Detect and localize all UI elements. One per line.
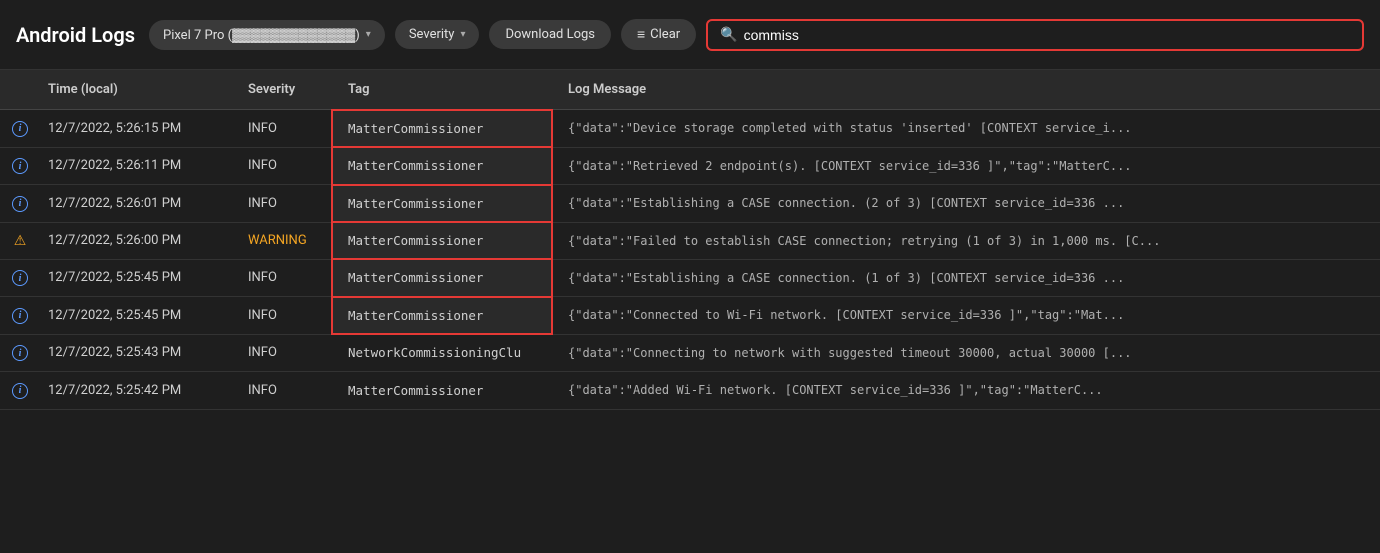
tag-cell: MatterCommissioner xyxy=(332,372,552,410)
clear-label: Clear xyxy=(650,27,680,42)
log-message-cell: {"data":"Retrieved 2 endpoint(s). [CONTE… xyxy=(552,147,1380,185)
col-header-severity: Severity xyxy=(232,70,332,110)
severity-cell: WARNING xyxy=(232,222,332,259)
severity-dropdown[interactable]: Severity ▾ xyxy=(395,20,480,49)
table-row: i12/7/2022, 5:25:45 PMINFOMatterCommissi… xyxy=(0,259,1380,297)
search-input[interactable] xyxy=(744,27,1350,43)
tag-cell: MatterCommissioner xyxy=(332,185,552,223)
app-title: Android Logs xyxy=(16,23,135,47)
download-label: Download Logs xyxy=(505,27,595,42)
log-table-container: Time (local) Severity Tag Log Message i1… xyxy=(0,70,1380,553)
info-icon-cell: i xyxy=(0,259,32,297)
tag-cell: MatterCommissioner xyxy=(332,110,552,148)
table-row: ⚠ 12/7/2022, 5:26:00 PMWARNINGMatterCommi… xyxy=(0,222,1380,259)
log-table: Time (local) Severity Tag Log Message i1… xyxy=(0,70,1380,410)
clear-button[interactable]: ≡ Clear xyxy=(621,19,696,50)
info-icon: i xyxy=(12,383,28,399)
log-message-cell: {"data":"Connected to Wi-Fi network. [CO… xyxy=(552,297,1380,335)
col-header-tag: Tag xyxy=(332,70,552,110)
time-cell: 12/7/2022, 5:25:45 PM xyxy=(32,297,232,335)
device-chevron-icon: ▾ xyxy=(366,29,371,40)
info-icon-cell: i xyxy=(0,334,32,372)
log-message-cell: {"data":"Device storage completed with s… xyxy=(552,110,1380,148)
time-cell: 12/7/2022, 5:25:42 PM xyxy=(32,372,232,410)
clear-lines-icon: ≡ xyxy=(637,26,644,43)
log-message-cell: {"data":"Failed to establish CASE connec… xyxy=(552,222,1380,259)
severity-cell: INFO xyxy=(232,334,332,372)
tag-cell: NetworkCommissioningClu xyxy=(332,334,552,372)
info-icon-cell: i xyxy=(0,110,32,148)
time-cell: 12/7/2022, 5:26:15 PM xyxy=(32,110,232,148)
log-message-cell: {"data":"Connecting to network with sugg… xyxy=(552,334,1380,372)
info-icon: i xyxy=(12,121,28,137)
info-icon: i xyxy=(12,196,28,212)
info-icon: i xyxy=(12,308,28,324)
download-logs-button[interactable]: Download Logs xyxy=(489,20,611,49)
severity-label: Severity xyxy=(409,27,455,42)
search-container: 🔍 xyxy=(706,19,1364,51)
severity-cell: INFO xyxy=(232,259,332,297)
device-label: Pixel 7 Pro (▓▓▓▓▓▓▓▓▓▓▓▓▓) xyxy=(163,27,360,43)
table-row: i12/7/2022, 5:26:15 PMINFOMatterCommissi… xyxy=(0,110,1380,148)
tag-cell: MatterCommissioner xyxy=(332,222,552,259)
tag-cell: MatterCommissioner xyxy=(332,259,552,297)
log-message-cell: {"data":"Establishing a CASE connection.… xyxy=(552,185,1380,223)
severity-cell: INFO xyxy=(232,297,332,335)
time-cell: 12/7/2022, 5:25:45 PM xyxy=(32,259,232,297)
info-icon-cell: i xyxy=(0,297,32,335)
info-icon: i xyxy=(12,345,28,361)
search-icon: 🔍 xyxy=(720,27,737,43)
table-row: i12/7/2022, 5:26:01 PMINFOMatterCommissi… xyxy=(0,185,1380,223)
table-header-row: Time (local) Severity Tag Log Message xyxy=(0,70,1380,110)
table-row: i12/7/2022, 5:26:11 PMINFOMatterCommissi… xyxy=(0,147,1380,185)
tag-cell: MatterCommissioner xyxy=(332,297,552,335)
col-header-time: Time (local) xyxy=(32,70,232,110)
table-row: i12/7/2022, 5:25:45 PMINFOMatterCommissi… xyxy=(0,297,1380,335)
warning-icon-cell: ⚠ xyxy=(0,222,32,259)
info-icon-cell: i xyxy=(0,147,32,185)
app-header: Android Logs Pixel 7 Pro (▓▓▓▓▓▓▓▓▓▓▓▓▓)… xyxy=(0,0,1380,70)
table-row: i12/7/2022, 5:25:42 PMINFOMatterCommissi… xyxy=(0,372,1380,410)
severity-cell: INFO xyxy=(232,185,332,223)
info-icon-cell: i xyxy=(0,372,32,410)
info-icon: i xyxy=(12,270,28,286)
time-cell: 12/7/2022, 5:25:43 PM xyxy=(32,334,232,372)
severity-cell: INFO xyxy=(232,147,332,185)
severity-chevron-icon: ▾ xyxy=(460,29,465,40)
time-cell: 12/7/2022, 5:26:00 PM xyxy=(32,222,232,259)
severity-cell: INFO xyxy=(232,110,332,148)
warning-icon: ⚠ xyxy=(14,233,27,249)
tag-cell: MatterCommissioner xyxy=(332,147,552,185)
device-selector[interactable]: Pixel 7 Pro (▓▓▓▓▓▓▓▓▓▓▓▓▓) ▾ xyxy=(149,20,385,50)
time-cell: 12/7/2022, 5:26:01 PM xyxy=(32,185,232,223)
col-header-log: Log Message xyxy=(552,70,1380,110)
time-cell: 12/7/2022, 5:26:11 PM xyxy=(32,147,232,185)
table-row: i12/7/2022, 5:25:43 PMINFONetworkCommiss… xyxy=(0,334,1380,372)
col-header-icon xyxy=(0,70,32,110)
log-message-cell: {"data":"Establishing a CASE connection.… xyxy=(552,259,1380,297)
log-message-cell: {"data":"Added Wi-Fi network. [CONTEXT s… xyxy=(552,372,1380,410)
info-icon-cell: i xyxy=(0,185,32,223)
info-icon: i xyxy=(12,158,28,174)
severity-cell: INFO xyxy=(232,372,332,410)
